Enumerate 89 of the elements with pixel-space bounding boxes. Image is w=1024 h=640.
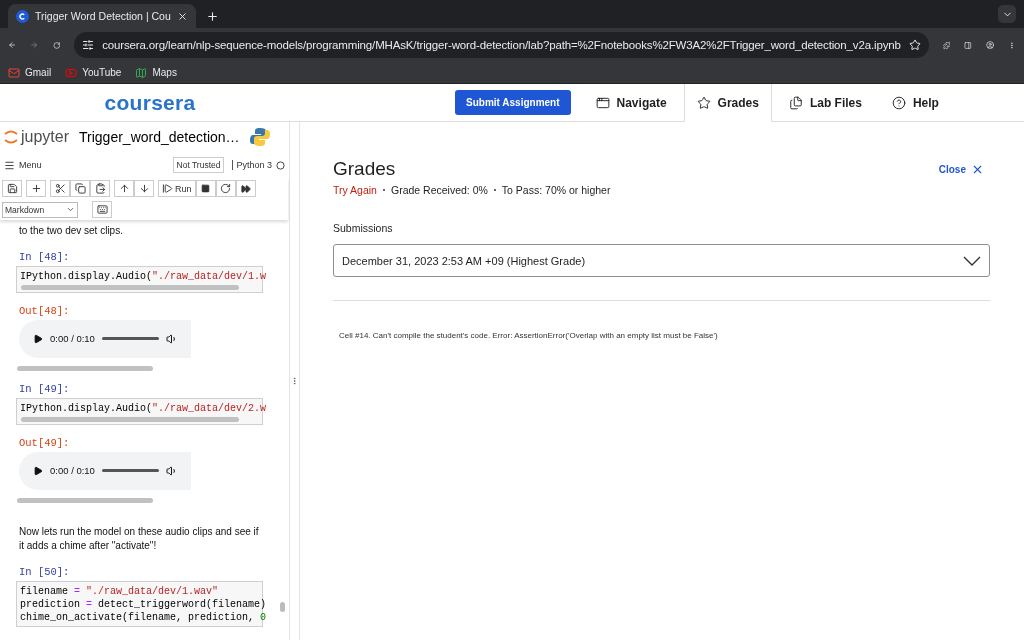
restart-icon [220, 183, 231, 194]
input-prompt: In [49]: [19, 382, 71, 395]
step-forward-icon [162, 183, 173, 194]
favicon-icon [16, 9, 29, 23]
run-button[interactable]: Run [158, 180, 196, 197]
url-text: coursera.org/learn/nlp-sequence-models/programming/MHAsK/trigger-word-detection/lab?path=%2Fnotebooks%2FW3A2%2FTrigger_word_detection_v2a.ipynb [102, 39, 901, 51]
markdown-text: Now lets run the model on these audio clips and see if it adds a chime after "activate"! [18, 524, 260, 553]
output-prompt: Out[49]: [19, 436, 71, 449]
fast-forward-icon [240, 183, 251, 194]
tab-search-button[interactable] [998, 5, 1016, 23]
browser-tab[interactable]: Trigger Word Detection | Cou [8, 4, 196, 28]
move-up-button[interactable] [114, 180, 134, 197]
nav-tab[interactable]: Grades [683, 84, 772, 122]
audio-player[interactable]: 0:00 / 0:10 [19, 451, 191, 490]
profile-icon[interactable] [986, 38, 995, 52]
map-icon [135, 66, 148, 79]
play-icon[interactable] [33, 465, 43, 476]
python-logo-icon [249, 127, 270, 147]
scrollbar-thumb[interactable] [17, 365, 153, 371]
passing-grade: To Pass: 70% or higher [501, 184, 611, 196]
tab-title: Trigger Word Detection | Cou [35, 10, 171, 22]
copy-button[interactable] [70, 180, 90, 197]
scrollbar-thumb[interactable] [21, 284, 239, 290]
stop-icon [201, 184, 210, 193]
audio-time: 0:00 / 0:10 [50, 465, 95, 476]
trust-indicator[interactable]: Not Trusted [172, 157, 225, 173]
mail-icon [8, 66, 20, 79]
plus-icon [30, 183, 42, 194]
bookmark-link[interactable]: Maps [135, 66, 177, 79]
site-settings-icon[interactable] [82, 39, 95, 51]
input-prompt: In [48]: [19, 250, 71, 263]
input-prompt: In [50]: [19, 565, 71, 578]
star-icon [696, 96, 711, 110]
audio-progress-track[interactable] [101, 469, 159, 472]
markdown-text: to the two dev set clips. [18, 224, 124, 238]
bookmark-star-icon[interactable] [908, 39, 921, 51]
audio-progress-track[interactable] [101, 337, 159, 340]
clipboard-icon [94, 183, 106, 194]
cut-button[interactable] [50, 180, 70, 197]
submission-value: December 31, 2023 2:53 AM +09 (Highest Grade) [342, 254, 586, 267]
kernel-idle-icon [276, 160, 285, 170]
save-button[interactable] [2, 180, 22, 197]
arrow-down-icon [138, 183, 150, 194]
files-icon [788, 95, 803, 110]
grader-feedback: Cell #14. Can't compile the student's code. Error: AssertionError('Overlap with an empty list must be False') [339, 331, 719, 340]
output-prompt: Out[48]: [19, 304, 71, 317]
kernel-name: Python 3 [232, 160, 272, 170]
scissors-icon [54, 183, 66, 194]
volume-icon[interactable] [165, 332, 178, 345]
bookmark-link[interactable]: Gmail [8, 66, 52, 79]
close-button[interactable]: Close [932, 161, 990, 177]
notebook-title[interactable]: Trigger_word_detection… [79, 129, 240, 145]
coursera-logo[interactable]: coursera [104, 90, 196, 115]
scrollbar-thumb[interactable] [21, 416, 239, 422]
keyboard-button[interactable] [92, 201, 112, 218]
address-bar[interactable]: coursera.org/learn/nlp-sequence-models/programming/MHAsK/trigger-word-detection/lab?path=%2Fnotebooks%2FW3A2%2FTrigger_word_detection_v2a.ipynb [74, 32, 929, 58]
bookmark-link[interactable]: YouTube [65, 66, 122, 79]
window-icon [595, 95, 610, 110]
run-label: Run [175, 183, 192, 194]
scrollbar-thumb[interactable] [17, 497, 153, 503]
move-down-button[interactable] [134, 180, 154, 197]
cell-type-select[interactable]: Markdown [2, 201, 78, 218]
scrollbar-thumb[interactable] [280, 602, 285, 612]
keyboard-icon [96, 204, 108, 215]
grades-title: Grades [333, 158, 396, 180]
video-icon [65, 66, 78, 79]
chevron-down-icon [963, 255, 981, 266]
volume-icon[interactable] [165, 464, 178, 477]
copy-icon [74, 183, 86, 194]
menu-icon[interactable] [4, 159, 15, 171]
audio-player[interactable]: 0:00 / 0:10 [19, 319, 191, 358]
audio-time: 0:00 / 0:10 [50, 333, 95, 344]
submissions-label: Submissions [333, 222, 394, 234]
cell-type-value: Markdown [5, 204, 45, 215]
help-icon [891, 95, 906, 110]
close-icon[interactable] [177, 10, 188, 22]
submission-select[interactable]: December 31, 2023 2:53 AM +09 (Highest Grade) [333, 244, 990, 277]
chevron-down-icon [66, 205, 75, 214]
menu-label[interactable]: Menu [19, 160, 169, 170]
jupyter-logo[interactable]: jupyter [4, 128, 70, 146]
submit-assignment-button[interactable]: Submit Assignment [455, 90, 571, 115]
paste-button[interactable] [90, 180, 110, 197]
save-icon [6, 183, 18, 194]
grade-status: Try Again [333, 184, 377, 196]
arrow-up-icon [118, 183, 130, 194]
play-icon[interactable] [33, 333, 43, 344]
new-tab-icon[interactable] [206, 10, 219, 23]
insert-cell-button[interactable] [26, 180, 46, 197]
grade-received: Grade Received: 0% [390, 184, 488, 196]
